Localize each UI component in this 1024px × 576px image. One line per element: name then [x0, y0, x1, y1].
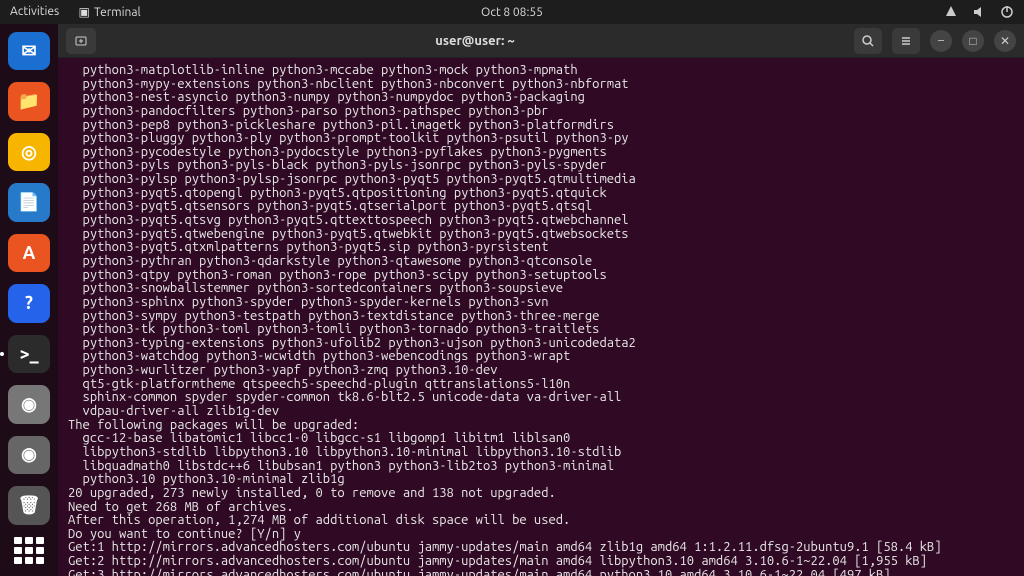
- activities-button[interactable]: Activities: [10, 5, 59, 19]
- disk-icon[interactable]: ◉: [8, 385, 50, 423]
- thunderbird-icon[interactable]: ✉: [8, 32, 50, 70]
- terminal-icon[interactable]: >_: [8, 335, 50, 373]
- new-tab-button[interactable]: [66, 28, 96, 54]
- terminal-app-icon: ▣: [77, 5, 91, 19]
- close-button[interactable]: ✕: [994, 30, 1016, 52]
- terminal-menu[interactable]: ▣ Terminal: [77, 5, 140, 19]
- show-applications-button[interactable]: [14, 537, 44, 564]
- writer-icon[interactable]: 📄: [8, 183, 50, 221]
- window-title: user@user: ~: [96, 34, 854, 48]
- hamburger-menu-button[interactable]: [892, 28, 920, 54]
- power-icon[interactable]: [1000, 5, 1014, 19]
- rhythmbox-icon[interactable]: ◎: [8, 133, 50, 171]
- software-icon[interactable]: A: [8, 234, 50, 272]
- disk2-icon[interactable]: ◉: [8, 436, 50, 474]
- search-button[interactable]: [854, 28, 882, 54]
- volume-icon[interactable]: [972, 5, 986, 19]
- top-bar: Activities ▣ Terminal Oct 8 08:55: [0, 0, 1024, 24]
- terminal-menu-label: Terminal: [94, 6, 141, 19]
- titlebar: user@user: ~ – □ ✕: [58, 24, 1024, 58]
- network-icon[interactable]: [944, 5, 958, 19]
- maximize-button[interactable]: □: [962, 30, 984, 52]
- minimize-button[interactable]: –: [930, 30, 952, 52]
- files-icon[interactable]: 📁: [8, 82, 50, 120]
- clock[interactable]: Oct 8 08:55: [481, 6, 543, 19]
- terminal-output[interactable]: python3-matplotlib-inline python3-mccabe…: [58, 58, 1024, 576]
- terminal-window: user@user: ~ – □ ✕ python3-matplotlib-in…: [58, 24, 1024, 576]
- dock: ✉ 📁 ◎ 📄 A? >_ ◉ ◉ 🗑: [0, 24, 58, 576]
- help-icon[interactable]: ?: [8, 284, 50, 322]
- trash-icon[interactable]: 🗑: [8, 486, 50, 524]
